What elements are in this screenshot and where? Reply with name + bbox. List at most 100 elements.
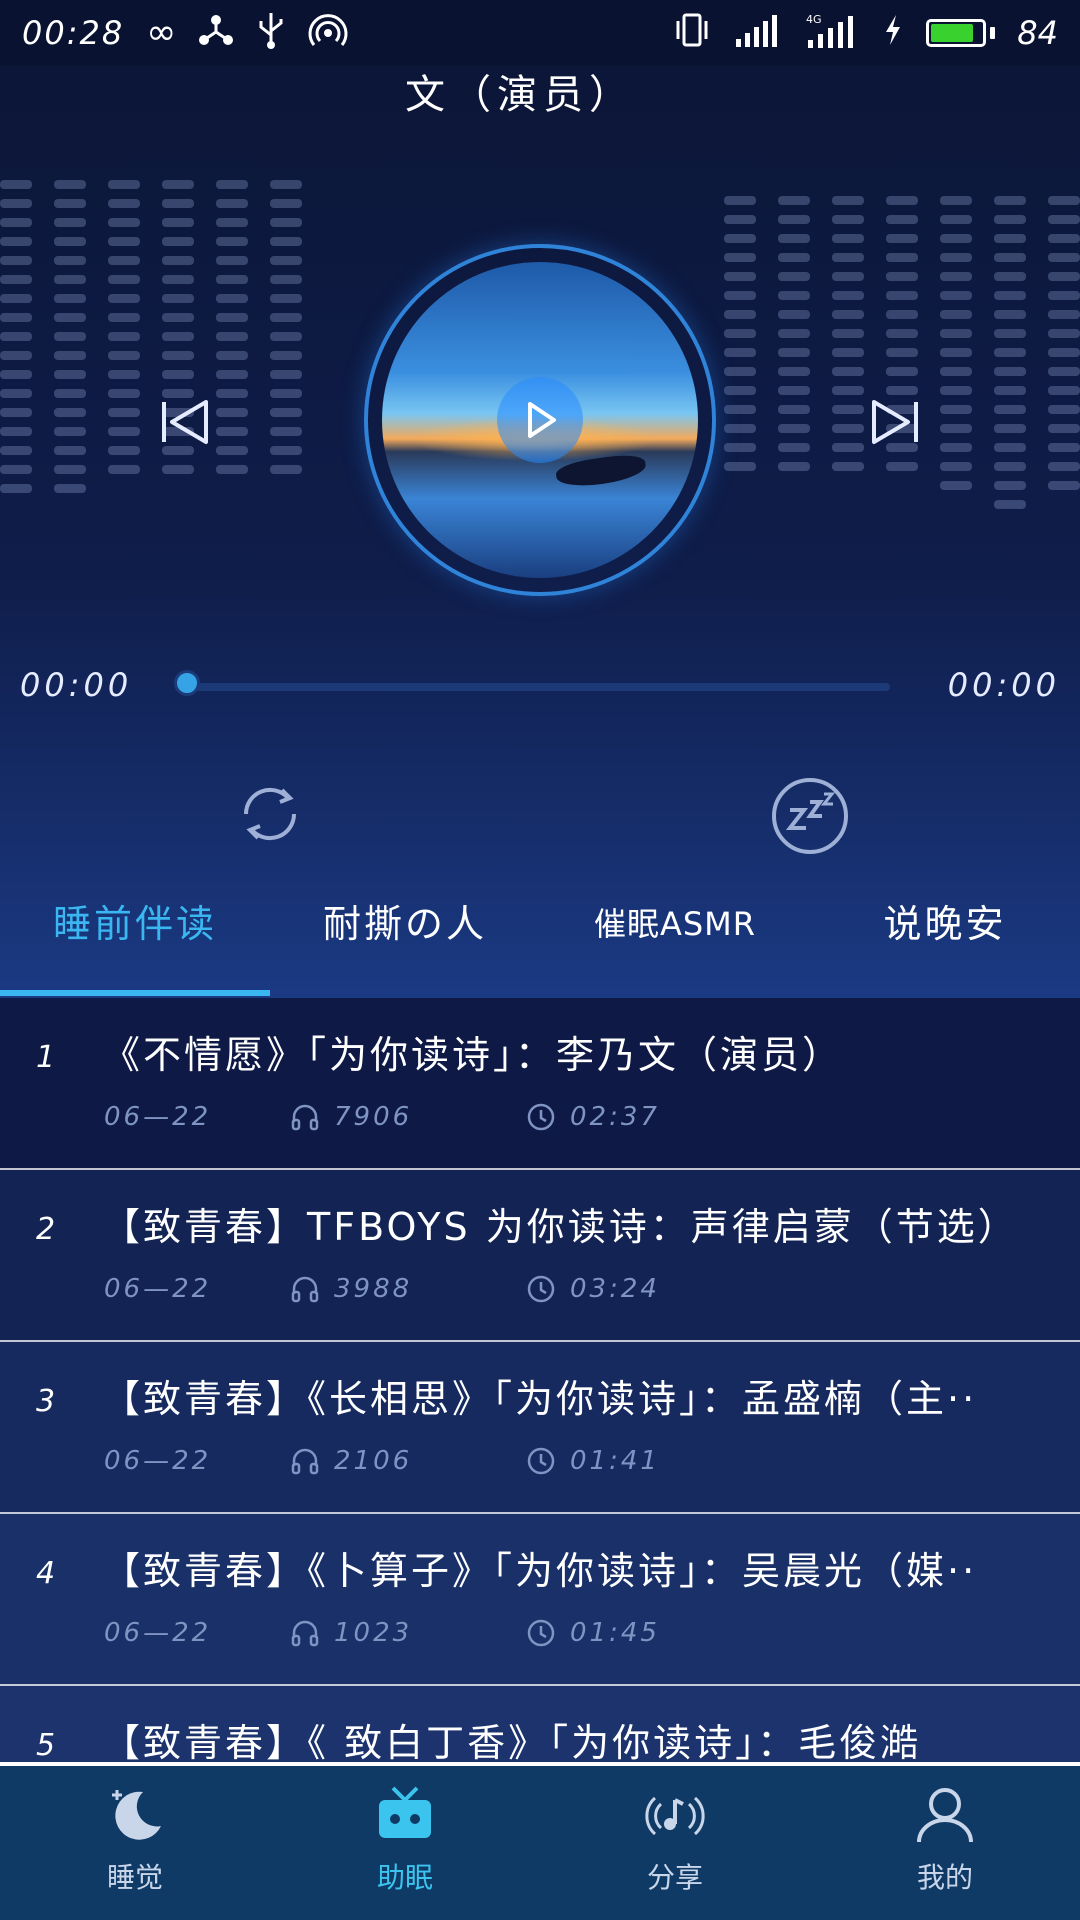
track-date: 06—22 — [104, 1446, 212, 1476]
equalizer-column — [724, 196, 756, 509]
track-row[interactable]: 3 【致青春】《长相思》「为你读诗」：孟盛楠（主·· 06—22 2106 01:41 — [0, 1342, 1080, 1514]
usb-icon — [256, 11, 286, 56]
progress-thumb[interactable] — [174, 670, 200, 696]
equalizer-column — [832, 196, 864, 509]
track-plays: 2106 — [290, 1446, 526, 1476]
user-icon — [917, 1788, 973, 1843]
bottom-navigation: 睡觉 助眠 分享 我的 — [0, 1762, 1080, 1920]
category-tabs: 睡前伴读 耐撕の人 催眠ASMR 说晚安 — [0, 886, 1080, 998]
equalizer-column — [0, 180, 32, 493]
total-time: 00:00 — [947, 666, 1060, 704]
infinity-icon: ∞ — [146, 12, 177, 53]
music-broadcast-icon — [645, 1796, 705, 1836]
equalizer-column — [886, 196, 918, 509]
track-number: 5 — [36, 1728, 56, 1762]
moon-icon — [112, 1790, 161, 1840]
track-date: 06—22 — [104, 1102, 212, 1132]
track-row[interactable]: 2 【致青春】TFBOYS 为你读诗：声律启蒙（节选） 06—22 3988 03:24 — [0, 1170, 1080, 1342]
repeat-button[interactable] — [232, 776, 308, 852]
track-number: 3 — [36, 1384, 56, 1419]
duration-value: 02:37 — [570, 1102, 660, 1132]
nav-sleep-aid[interactable]: 助眠 — [270, 1766, 540, 1920]
headphones-icon — [291, 1104, 319, 1131]
equalizer-right — [724, 196, 1080, 509]
signal-4g-icon: 4G — [804, 12, 860, 55]
charging-icon — [882, 13, 904, 54]
tab-say-goodnight[interactable]: 说晚安 — [810, 886, 1080, 998]
track-date: 06—22 — [104, 1274, 212, 1304]
track-duration: 03:24 — [526, 1274, 660, 1304]
nav-sleep[interactable]: 睡觉 — [0, 1766, 270, 1920]
equalizer-column — [216, 180, 248, 493]
clock-icon — [527, 1447, 555, 1475]
play-count: 2106 — [334, 1446, 413, 1476]
track-title: 【致青春】《 致白丁香》「为你读诗」：毛俊澔 — [102, 1721, 922, 1762]
tab-hypnosis-asmr[interactable]: 催眠ASMR — [540, 886, 810, 998]
clock-icon — [527, 1103, 555, 1131]
active-tab-indicator — [0, 990, 270, 996]
song-title: 文（演员） — [405, 72, 635, 118]
track-number: 2 — [36, 1212, 56, 1247]
track-plays: 1023 — [290, 1618, 526, 1648]
battery-fill — [931, 24, 974, 42]
play-count: 7906 — [334, 1102, 413, 1132]
hotspot-icon — [308, 11, 348, 56]
nav-mine[interactable]: 我的 — [810, 1766, 1080, 1920]
headphones-icon — [291, 1620, 319, 1647]
play-button[interactable] — [497, 377, 583, 463]
equalizer-column — [994, 196, 1026, 509]
equalizer-left — [0, 180, 302, 493]
progress-bar[interactable] — [174, 670, 890, 696]
nav-label: 我的 — [916, 1861, 973, 1894]
track-title: 【致青春】《卜算子》「为你读诗」：吴晨光（媒·· — [102, 1549, 978, 1593]
sleep-zzz-icon — [772, 778, 848, 854]
equalizer-column — [940, 196, 972, 509]
track-duration: 01:41 — [526, 1446, 660, 1476]
skip-previous-icon — [162, 400, 208, 444]
clock-icon — [527, 1619, 555, 1647]
duration-value: 01:45 — [570, 1618, 660, 1648]
nav-label: 分享 — [646, 1861, 703, 1894]
tab-bedtime-reading[interactable]: 睡前伴读 — [0, 886, 270, 998]
equalizer-column — [778, 196, 810, 509]
track-title: 【致青春】《长相思》「为你读诗」：孟盛楠（主·· — [102, 1377, 978, 1421]
tab-tough-people[interactable]: 耐撕の人 — [270, 886, 540, 998]
battery-percent: 84 — [1017, 14, 1058, 52]
track-meta: 06—22 1023 01:45 — [104, 1618, 660, 1648]
nav-label: 睡觉 — [106, 1861, 163, 1894]
track-plays: 3988 — [290, 1274, 526, 1304]
status-time: 00:28 — [22, 14, 125, 52]
sleep-timer-button[interactable] — [770, 776, 848, 854]
signal-icon — [734, 13, 782, 54]
battery-icon — [926, 19, 996, 47]
track-date: 06—22 — [104, 1618, 212, 1648]
track-list: 1 《不情愿》「为你读诗」：李乃文（演员） 06—22 7906 02:37 2 【致青春】… — [0, 998, 1080, 1762]
track-row[interactable]: 5 【致青春】《 致白丁香》「为你读诗」：毛俊澔 — [0, 1686, 1080, 1762]
track-plays: 7906 — [290, 1102, 526, 1132]
nav-label: 助眠 — [376, 1861, 433, 1894]
equalizer-column — [1048, 196, 1080, 509]
track-duration: 02:37 — [526, 1102, 660, 1132]
track-row[interactable]: 4 【致青春】《卜算子》「为你读诗」：吴晨光（媒·· 06—22 1023 01:45 — [0, 1514, 1080, 1686]
headphones-icon — [291, 1276, 319, 1303]
play-count: 1023 — [334, 1618, 413, 1648]
track-meta: 06—22 2106 01:41 — [104, 1446, 660, 1476]
next-button[interactable] — [866, 394, 922, 450]
duration-value: 03:24 — [570, 1274, 660, 1304]
headphones-icon — [291, 1448, 319, 1475]
radio-icon — [379, 1786, 431, 1838]
equalizer-column — [108, 180, 140, 493]
nav-share[interactable]: 分享 — [540, 1766, 810, 1920]
play-count: 3988 — [334, 1274, 413, 1304]
previous-button[interactable] — [158, 394, 214, 450]
clock-icon — [527, 1275, 555, 1303]
svg-text:4G: 4G — [806, 13, 822, 26]
current-time: 00:00 — [20, 666, 133, 704]
track-row[interactable]: 1 《不情愿》「为你读诗」：李乃文（演员） 06—22 7906 02:37 — [0, 998, 1080, 1170]
track-title: 【致青春】TFBOYS 为你读诗：声律启蒙（节选） — [102, 1205, 1019, 1249]
track-duration: 01:45 — [526, 1618, 660, 1648]
equalizer-column — [54, 180, 86, 493]
track-meta: 06—22 3988 03:24 — [104, 1274, 660, 1304]
album-disc — [364, 244, 716, 596]
track-meta: 06—22 7906 02:37 — [104, 1102, 660, 1132]
